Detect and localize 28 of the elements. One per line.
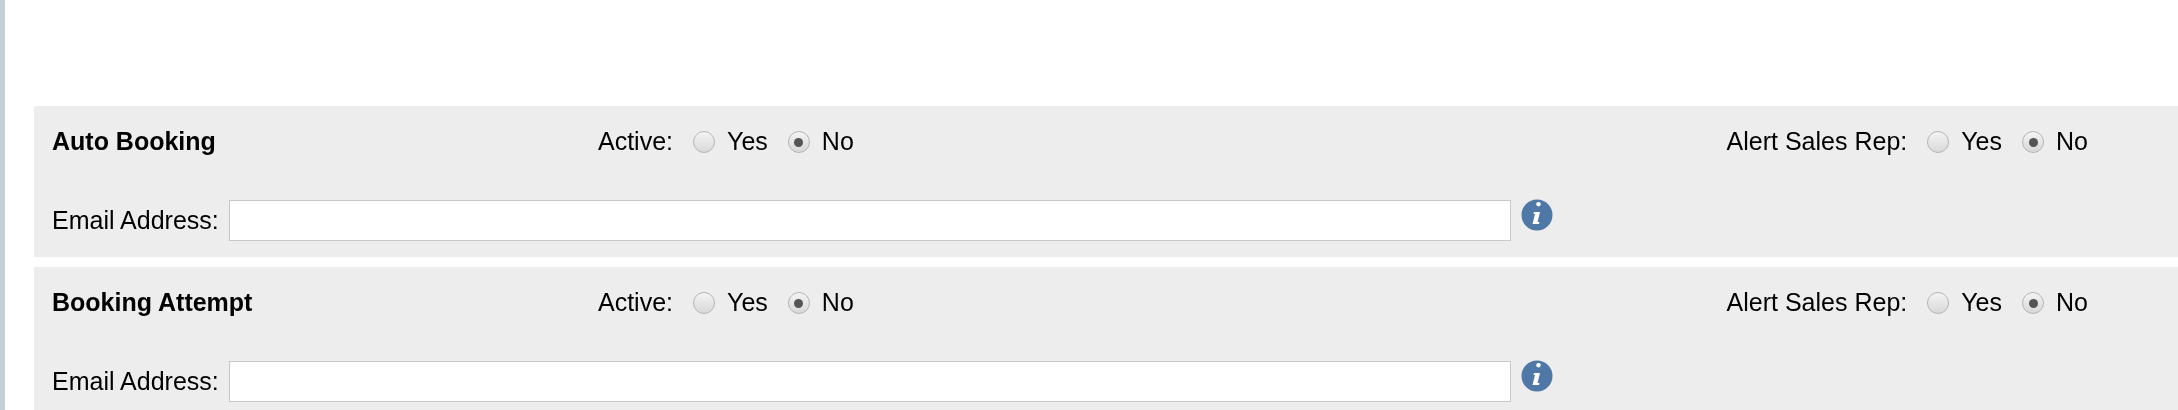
radio-button[interactable] — [693, 292, 716, 314]
radio-label: Yes — [727, 126, 768, 158]
radio-label: No — [821, 287, 854, 319]
radio-label: Yes — [1961, 126, 2003, 158]
section-title: Booking Attempt — [52, 287, 254, 319]
field-label: Email Address: — [52, 204, 219, 236]
section-title: Auto Booking — [52, 126, 217, 158]
field-label: Email Address: — [52, 365, 219, 397]
radio-button[interactable] — [2022, 131, 2045, 153]
radio-button[interactable] — [787, 292, 810, 314]
email-field[interactable] — [228, 200, 1511, 241]
radio-button[interactable] — [2022, 292, 2045, 314]
field-label: Alert Sales Rep: — [1726, 287, 1908, 319]
radio-label: No — [2056, 126, 2088, 158]
field-label: Active: — [598, 126, 674, 158]
radio-button[interactable] — [787, 131, 810, 153]
radio-button[interactable] — [1927, 292, 1950, 314]
radio-label: Yes — [727, 287, 768, 319]
info-icon[interactable] — [1520, 359, 1553, 392]
radio-label: Yes — [1961, 287, 2003, 319]
field-label: Alert Sales Rep: — [1726, 126, 1908, 158]
radio-button[interactable] — [693, 131, 716, 153]
email-field[interactable] — [228, 361, 1511, 402]
field-label: Active: — [598, 287, 674, 319]
info-icon[interactable] — [1520, 198, 1553, 231]
radio-label: No — [2056, 287, 2088, 319]
radio-label: No — [821, 126, 854, 158]
radio-button[interactable] — [1927, 131, 1950, 153]
